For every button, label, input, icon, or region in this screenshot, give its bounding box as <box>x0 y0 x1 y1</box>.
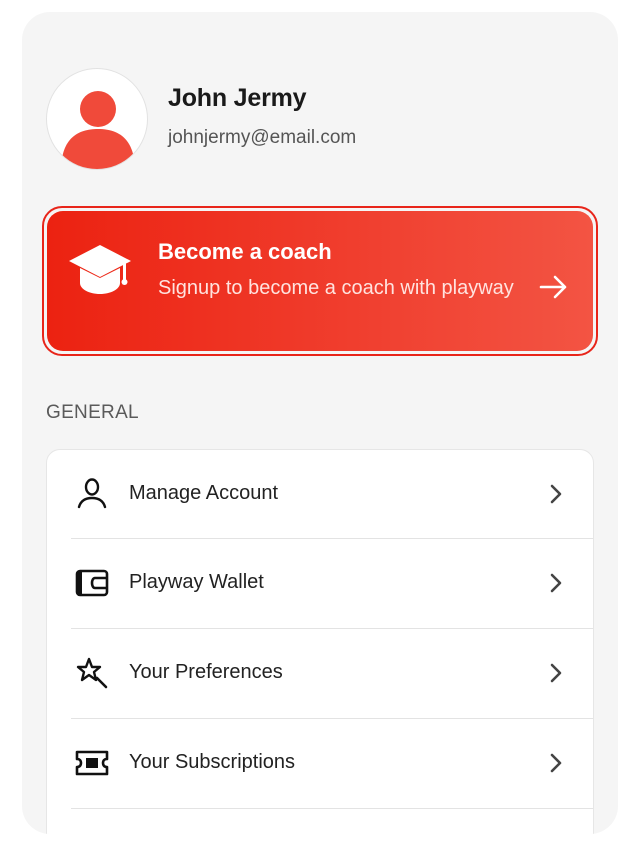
menu-item-label: Playway Wallet <box>129 571 264 593</box>
user-icon <box>75 477 109 511</box>
ticket-icon <box>75 746 109 780</box>
menu-item-manage-account[interactable]: Manage Account <box>47 450 595 539</box>
profile-header[interactable]: John Jermy johnjermy@email.com <box>46 68 356 170</box>
chevron-right-icon <box>549 752 563 779</box>
avatar[interactable] <box>46 68 148 170</box>
coach-subtitle: Signup to become a coach with playway <box>158 277 514 299</box>
magic-wand-icon <box>75 656 109 690</box>
graduation-cap-icon <box>67 241 133 302</box>
chevron-right-icon <box>549 662 563 689</box>
arrow-right-icon[interactable] <box>539 274 569 305</box>
user-avatar-icon <box>61 91 135 169</box>
menu-item-playway-wallet[interactable]: Playway Wallet <box>47 539 595 628</box>
menu-item-label: Your Preferences <box>129 661 283 683</box>
menu-item-label: Manage Account <box>129 482 278 504</box>
menu-item-your-subscriptions[interactable]: Your Subscriptions <box>47 719 595 808</box>
general-menu: Manage Account Playway Wallet Your Prefe… <box>46 449 594 834</box>
profile-screen: John Jermy johnjermy@email.com Become a … <box>22 12 618 834</box>
wallet-icon <box>75 566 109 600</box>
divider <box>71 808 593 809</box>
menu-item-label: Your Subscriptions <box>129 751 296 773</box>
profile-email: johnjermy@email.com <box>168 126 357 148</box>
profile-name: John Jermy <box>168 83 307 112</box>
become-coach-banner[interactable]: Become a coach Signup to become a coach … <box>42 206 598 356</box>
chevron-right-icon <box>549 572 563 599</box>
chevron-right-icon <box>549 483 563 510</box>
menu-item-your-preferences[interactable]: Your Preferences <box>47 629 595 718</box>
coach-title: Become a coach <box>158 239 332 264</box>
section-label-general: GENERAL <box>46 402 139 423</box>
